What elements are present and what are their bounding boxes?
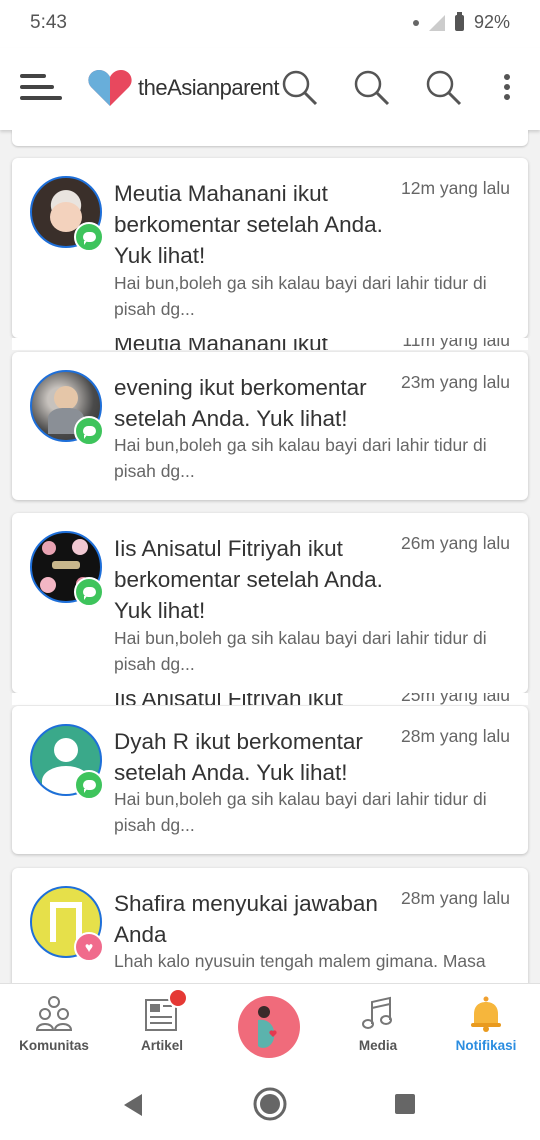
- notification-card[interactable]: evening ikut berkomentar setelah Anda. Y…: [12, 352, 528, 500]
- notification-dot-icon: [412, 19, 419, 26]
- pregnancy-button[interactable]: [238, 996, 300, 1058]
- battery-percent: 92%: [473, 12, 510, 32]
- ghost-title: Meutia Mahanani ikut: [114, 338, 328, 350]
- avatar: [30, 531, 104, 607]
- avatar: ♥: [30, 886, 104, 962]
- system-navigation: [0, 1068, 540, 1140]
- app-header: theAsianparent: [0, 48, 540, 130]
- recents-icon[interactable]: [394, 1093, 416, 1115]
- notification-time: 28m yang lalu: [401, 888, 510, 908]
- notification-snippet: Hai bun,boleh ga sih kalau bayi dari lah…: [114, 628, 487, 674]
- notification-snippet: Hai bun,boleh ga sih kalau bayi dari lah…: [114, 789, 487, 835]
- tab-media[interactable]: Media: [328, 996, 428, 1053]
- notification-snippet: Hai bun,boleh ga sih kalau bayi dari lah…: [114, 273, 487, 319]
- menu-icon[interactable]: [20, 74, 62, 102]
- notification-title: Dyah R ikut berkomentar setelah Anda. Yu…: [114, 729, 363, 785]
- battery-icon: [454, 11, 464, 31]
- notification-snippet: Lhah kalo nyusuin tengah malem gimana. M…: [114, 951, 486, 971]
- search-icon[interactable]: [424, 68, 464, 108]
- ghost-time: 11m yang lalu: [402, 338, 510, 350]
- community-icon: [35, 996, 73, 1031]
- bell-icon: [471, 996, 501, 1032]
- notification-time: 23m yang lalu: [401, 372, 510, 392]
- ghost-row: Iis Anisatul Fitriyah ikut 25m yang lalu: [12, 693, 528, 705]
- comment-icon: [74, 222, 104, 252]
- notification-title: Iis Anisatul Fitriyah ikut berkomentar s…: [114, 536, 383, 623]
- unread-badge: [168, 988, 188, 1008]
- ghost-row: Meutia Mahanani ikut 11m yang lalu: [12, 338, 528, 350]
- comment-icon: [74, 770, 104, 800]
- avatar: [30, 724, 104, 800]
- notification-time: 28m yang lalu: [401, 726, 510, 746]
- more-vertical-icon[interactable]: [502, 74, 512, 104]
- notification-snippet: Hai bun,boleh ga sih kalau bayi dari lah…: [114, 435, 487, 481]
- tab-label: Notifikasi: [455, 1038, 517, 1053]
- heart-logo-icon: [88, 70, 132, 106]
- notification-time: 26m yang lalu: [401, 533, 510, 553]
- comment-icon: [74, 416, 104, 446]
- tab-artikel[interactable]: Artikel: [112, 996, 212, 1053]
- notification-card[interactable]: Dyah R ikut berkomentar setelah Anda. Yu…: [12, 706, 528, 854]
- music-icon: [362, 996, 392, 1029]
- notification-card[interactable]: Meutia Mahanani ikut berkomentar setelah…: [12, 158, 528, 338]
- heart-icon: ♥: [74, 932, 104, 962]
- avatar: [30, 176, 104, 252]
- notification-title: Meutia Mahanani ikut berkomentar setelah…: [114, 181, 383, 268]
- status-time: 5:43: [30, 12, 67, 33]
- ghost-time: 25m yang lalu: [401, 693, 510, 705]
- brand-logo[interactable]: theAsianparent: [86, 66, 280, 110]
- notification-card[interactable]: ♥ Shafira menyukai jawaban Anda 28m yang…: [12, 868, 528, 983]
- back-icon[interactable]: [120, 1092, 146, 1118]
- tab-label: Komunitas: [19, 1038, 89, 1053]
- notification-feed[interactable]: Meutia Mahanani ikut berkomentar setelah…: [0, 130, 540, 983]
- tab-label: Media: [358, 1038, 398, 1053]
- bottom-navigation: Komunitas Artikel Media Notifikasi: [0, 983, 540, 1069]
- status-bar: 5:43 92%: [0, 0, 540, 48]
- notification-time: 12m yang lalu: [401, 178, 510, 198]
- notification-card[interactable]: Iis Anisatul Fitriyah ikut berkomentar s…: [12, 513, 528, 693]
- home-icon[interactable]: [252, 1086, 288, 1122]
- brand-name: theAsianparent: [138, 75, 280, 100]
- search-icon[interactable]: [280, 68, 320, 108]
- signal-icon: [428, 14, 445, 31]
- search-icon[interactable]: [352, 68, 392, 108]
- tab-komunitas[interactable]: Komunitas: [4, 996, 104, 1053]
- previous-card-stub: [12, 130, 528, 146]
- notification-title: evening ikut berkomentar setelah Anda. Y…: [114, 375, 367, 431]
- notification-title: Shafira menyukai jawaban Anda: [114, 891, 378, 947]
- status-icons: 92%: [412, 11, 510, 33]
- tab-label: Artikel: [140, 1038, 184, 1053]
- avatar: [30, 370, 104, 446]
- tab-notifikasi[interactable]: Notifikasi: [436, 996, 536, 1053]
- ghost-title: Iis Anisatul Fitriyah ikut: [114, 693, 343, 705]
- comment-icon: [74, 577, 104, 607]
- pregnancy-icon: [258, 1006, 277, 1048]
